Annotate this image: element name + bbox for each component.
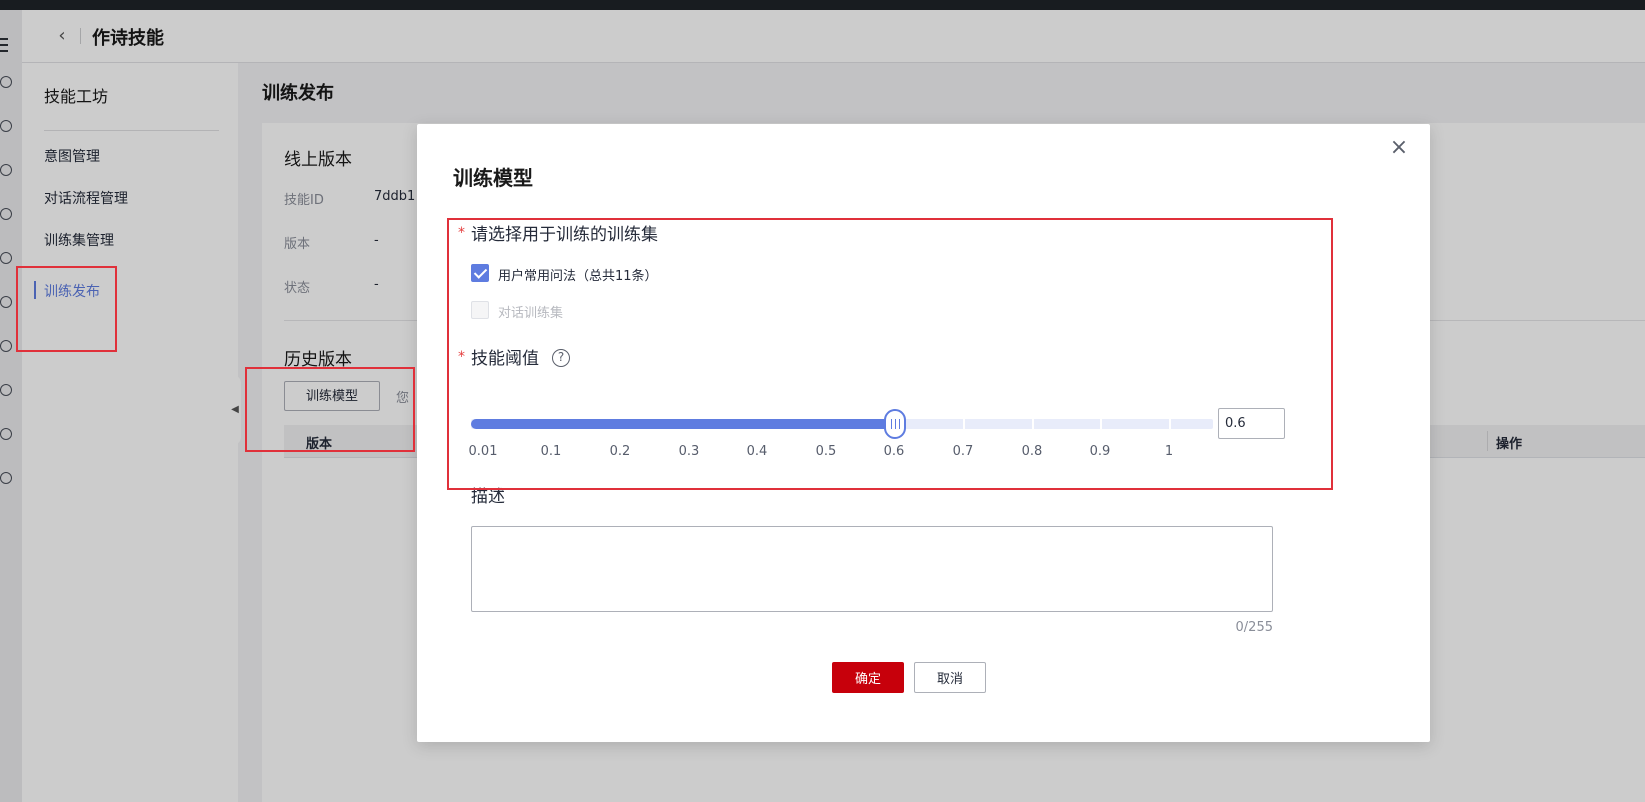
threshold-slider-handle[interactable]: [883, 409, 906, 439]
slider-tick-label: 0.6: [883, 444, 905, 459]
slider-tick-label: 0.5: [815, 444, 837, 459]
slider-segment-gap: [1100, 419, 1102, 429]
required-mark: *: [458, 225, 465, 241]
trainset-checkbox-dialog: [471, 301, 489, 319]
trainset-option-user-questions[interactable]: 用户常用问法（总共11条）: [498, 265, 658, 284]
slider-tick-label: 1: [1164, 444, 1174, 459]
description-counter: 0/255: [1235, 620, 1273, 635]
slider-segment-gap: [1169, 419, 1171, 429]
dialog-title: 训练模型: [453, 166, 533, 190]
threshold-slider-fill: [471, 419, 895, 429]
threshold-label: 技能阈值: [471, 349, 539, 369]
description-textarea[interactable]: [471, 526, 1273, 612]
trainset-label: 请选择用于训练的训练集: [471, 225, 658, 245]
confirm-button[interactable]: 确定: [832, 662, 904, 693]
close-button[interactable]: ×: [1389, 135, 1409, 160]
close-icon: ×: [1389, 135, 1409, 160]
cancel-button[interactable]: 取消: [914, 662, 986, 693]
slider-segment-gap: [1032, 419, 1034, 429]
slider-tick-label: 0.01: [468, 444, 498, 459]
description-label: 描述: [471, 487, 505, 507]
slider-tick-label: 0.7: [952, 444, 974, 459]
required-mark: *: [458, 349, 465, 365]
slider-segment-gap: [963, 419, 965, 429]
threshold-slider-track[interactable]: [471, 419, 1213, 429]
slider-tick-label: 0.1: [540, 444, 562, 459]
threshold-input[interactable]: [1218, 408, 1285, 439]
slider-tick-label: 0.3: [678, 444, 700, 459]
trainset-checkbox-user-questions[interactable]: [471, 264, 489, 282]
train-model-dialog: 训练模型 × * 请选择用于训练的训练集 用户常用问法（总共11条） 对话训练集…: [417, 124, 1430, 742]
slider-tick-label: 0.4: [746, 444, 768, 459]
trainset-option-dialog: 对话训练集: [498, 306, 564, 321]
help-circle-icon[interactable]: ?: [552, 349, 570, 367]
slider-tick-label: 0.2: [609, 444, 631, 459]
slider-tick-label: 0.9: [1089, 444, 1111, 459]
slider-tick-label: 0.8: [1021, 444, 1043, 459]
